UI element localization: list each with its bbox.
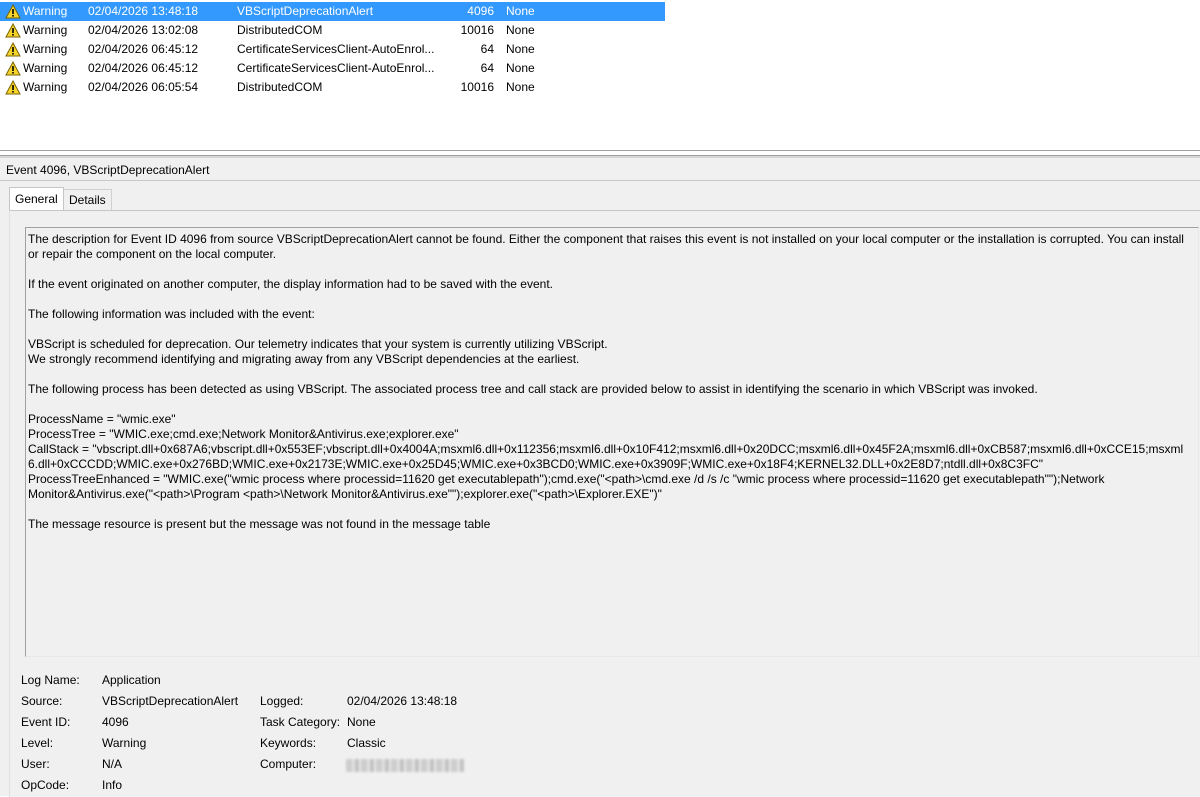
logged-label: Logged: bbox=[260, 694, 304, 708]
divider bbox=[0, 180, 1200, 181]
event-date: 02/04/2026 06:05:54 bbox=[88, 80, 199, 94]
event-task: None bbox=[506, 61, 535, 75]
level-value: Warning bbox=[102, 736, 147, 750]
keywords-value: Classic bbox=[347, 736, 386, 750]
event-id-label: Event ID: bbox=[21, 715, 71, 729]
event-source: CertificateServicesClient-AutoEnrol... bbox=[237, 61, 435, 75]
warning-icon bbox=[5, 42, 21, 57]
level-label: Level: bbox=[21, 736, 54, 750]
event-detail-pane: Event 4096, VBScriptDeprecationAlert Gen… bbox=[0, 158, 1200, 797]
description-line: We strongly recommend identifying and mi… bbox=[28, 352, 580, 366]
computer-label: Computer: bbox=[260, 757, 317, 771]
description-line: VBScript is scheduled for deprecation. O… bbox=[28, 337, 608, 351]
computer-value-redacted bbox=[346, 759, 464, 772]
event-task: None bbox=[506, 80, 535, 94]
event-list[interactable]: Warning 02/04/2026 13:48:18 VBScriptDepr… bbox=[0, 0, 1200, 151]
event-id: 4096 bbox=[467, 4, 494, 18]
event-level: Warning bbox=[23, 4, 68, 18]
event-id: 10016 bbox=[460, 80, 494, 94]
event-level: Warning bbox=[23, 80, 68, 94]
event-source: DistributedCOM bbox=[237, 23, 323, 37]
event-id: 64 bbox=[480, 61, 494, 75]
task-category-value: None bbox=[347, 715, 376, 729]
event-date: 02/04/2026 13:48:18 bbox=[88, 4, 199, 18]
event-source: DistributedCOM bbox=[237, 80, 323, 94]
warning-icon bbox=[5, 23, 21, 38]
process-tree-line: ProcessTree = "WMIC.exe;cmd.exe;Network … bbox=[28, 427, 459, 441]
description-paragraph: The following information was included w… bbox=[28, 307, 315, 321]
log-name-value: Application bbox=[102, 673, 161, 687]
event-level: Warning bbox=[23, 61, 68, 75]
logged-value: 02/04/2026 13:48:18 bbox=[347, 694, 458, 708]
opcode-label: OpCode: bbox=[21, 778, 70, 792]
event-row[interactable]: Warning 02/04/2026 06:45:12 CertificateS… bbox=[0, 40, 665, 59]
event-date: 02/04/2026 06:45:12 bbox=[88, 42, 199, 56]
log-name-label: Log Name: bbox=[21, 673, 80, 687]
event-id: 64 bbox=[480, 42, 494, 56]
warning-icon bbox=[5, 80, 21, 95]
event-level: Warning bbox=[23, 42, 68, 56]
event-task: None bbox=[506, 42, 535, 56]
opcode-value: Info bbox=[102, 778, 123, 792]
description-paragraph: The following process has been detected … bbox=[28, 382, 1038, 396]
event-date: 02/04/2026 13:02:08 bbox=[88, 23, 199, 37]
event-date: 02/04/2026 06:45:12 bbox=[88, 61, 199, 75]
task-category-label: Task Category: bbox=[260, 715, 341, 729]
description-text: The description for Event ID 4096 from s… bbox=[28, 232, 1190, 547]
event-source: CertificateServicesClient-AutoEnrol... bbox=[237, 42, 435, 56]
detail-title: Event 4096, VBScriptDeprecationAlert bbox=[6, 163, 210, 177]
event-task: None bbox=[506, 4, 535, 18]
event-row[interactable]: Warning 02/04/2026 13:48:18 VBScriptDepr… bbox=[0, 2, 665, 21]
source-label: Source: bbox=[21, 694, 63, 708]
description-paragraph: If the event originated on another compu… bbox=[28, 277, 553, 291]
event-row[interactable]: Warning 02/04/2026 13:02:08 DistributedC… bbox=[0, 21, 665, 40]
description-paragraph: VBScript is scheduled for deprecation. O… bbox=[28, 337, 1190, 367]
event-source: VBScriptDeprecationAlert bbox=[237, 4, 374, 18]
process-tree-enhanced-line: ProcessTreeEnhanced = "WMIC.exe("wmic pr… bbox=[28, 472, 1105, 501]
user-value: N/A bbox=[102, 757, 123, 771]
event-id: 10016 bbox=[460, 23, 494, 37]
description-paragraph: The description for Event ID 4096 from s… bbox=[28, 232, 1184, 261]
event-level: Warning bbox=[23, 23, 68, 37]
process-name-line: ProcessName = "wmic.exe" bbox=[28, 412, 176, 426]
event-task: None bbox=[506, 23, 535, 37]
description-box[interactable]: The description for Event ID 4096 from s… bbox=[25, 227, 1199, 657]
description-paragraph: The message resource is present but the … bbox=[28, 517, 491, 531]
keywords-label: Keywords: bbox=[260, 736, 317, 750]
tab-details[interactable]: Details bbox=[63, 189, 112, 211]
user-label: User: bbox=[21, 757, 50, 771]
warning-icon bbox=[5, 61, 21, 76]
event-id-value: 4096 bbox=[102, 715, 129, 729]
call-stack-line: CallStack = "vbscript.dll+0x687A6;vbscri… bbox=[28, 442, 1184, 471]
tab-general[interactable]: General bbox=[9, 187, 64, 210]
description-paragraph: ProcessName = "wmic.exe" ProcessTree = "… bbox=[28, 412, 1190, 502]
warning-icon bbox=[5, 4, 21, 19]
source-value: VBScriptDeprecationAlert bbox=[102, 694, 239, 708]
event-row[interactable]: Warning 02/04/2026 06:05:54 DistributedC… bbox=[0, 78, 665, 97]
event-row[interactable]: Warning 02/04/2026 06:45:12 CertificateS… bbox=[0, 59, 665, 78]
